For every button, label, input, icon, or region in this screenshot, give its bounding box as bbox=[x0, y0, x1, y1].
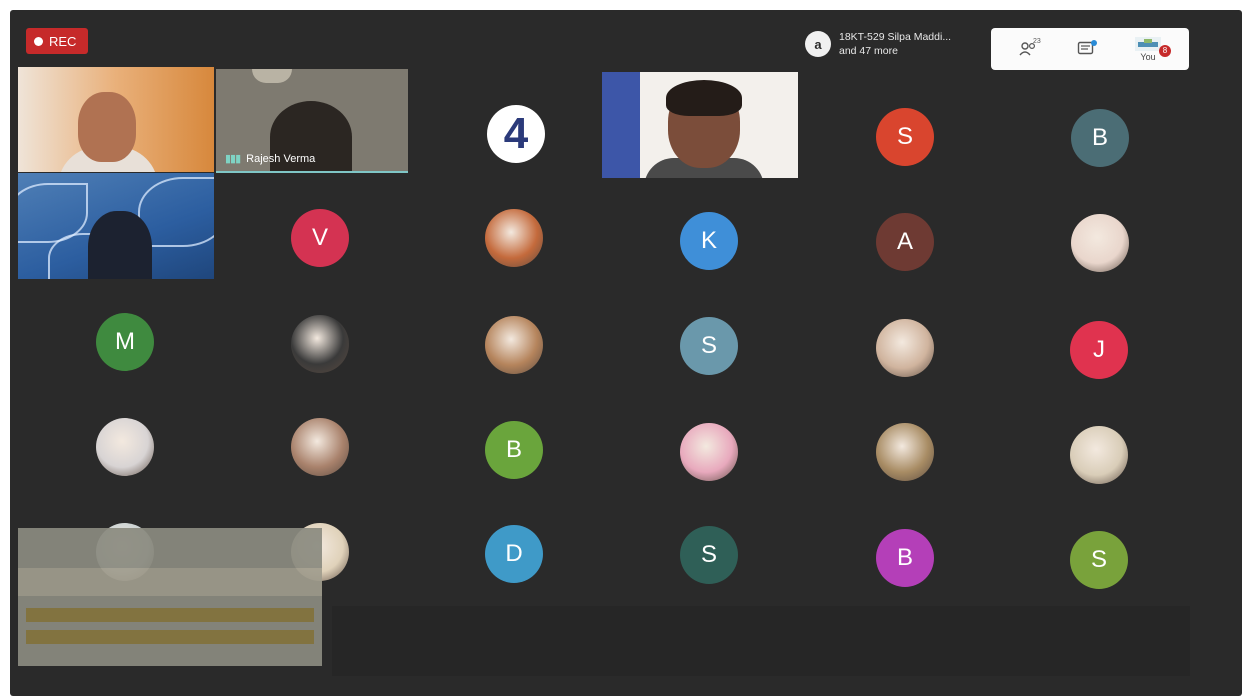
self-view-button[interactable]: You 8 bbox=[1135, 36, 1171, 62]
participant-avatar-photo[interactable] bbox=[876, 319, 934, 377]
caption-line bbox=[26, 608, 314, 622]
participant-avatar-initial[interactable]: S bbox=[1070, 531, 1128, 589]
you-label: You bbox=[1140, 51, 1156, 62]
participant-avatar-initial[interactable]: J bbox=[1070, 321, 1128, 379]
participant-hair bbox=[666, 80, 742, 116]
participant-avatar-initial[interactable]: A bbox=[876, 213, 934, 271]
participant-avatar-photo[interactable] bbox=[485, 209, 543, 267]
participant-avatar-initial[interactable]: B bbox=[1071, 109, 1129, 167]
chat-button[interactable] bbox=[1077, 40, 1097, 57]
people-count: 23 bbox=[1033, 38, 1041, 45]
participant-avatar-photo[interactable] bbox=[1070, 426, 1128, 484]
participant-avatar-logo[interactable]: 4 bbox=[487, 105, 545, 163]
participant-avatar-photo[interactable] bbox=[291, 315, 349, 373]
video-tile-3[interactable] bbox=[602, 72, 798, 178]
participant-avatar-initial[interactable]: B bbox=[485, 421, 543, 479]
participant-avatar-initial[interactable]: B bbox=[876, 529, 934, 587]
recording-indicator: REC bbox=[26, 28, 88, 54]
audio-level-icon: ▮▮▮ bbox=[225, 153, 241, 165]
participant-avatar-initial[interactable]: K bbox=[680, 212, 738, 270]
caption-line bbox=[26, 630, 314, 644]
people-button[interactable]: 23 bbox=[1019, 38, 1041, 56]
participant-avatar-photo[interactable] bbox=[96, 418, 154, 476]
participant-avatar-photo[interactable] bbox=[876, 423, 934, 481]
participant-face bbox=[78, 92, 136, 162]
participant-avatar-photo[interactable] bbox=[680, 423, 738, 481]
chat-unread-dot bbox=[1091, 40, 1097, 46]
participant-avatar-initial[interactable]: S bbox=[876, 108, 934, 166]
presenter-avatar: a bbox=[805, 31, 831, 57]
video-tile-2[interactable]: ▮▮▮ Rajesh Verma bbox=[216, 69, 408, 173]
participant-avatar-initial[interactable]: S bbox=[680, 526, 738, 584]
notification-badge: 8 bbox=[1159, 44, 1171, 57]
presenter-name: 18KT-529 Silpa Maddi... bbox=[839, 31, 952, 43]
bottom-strip bbox=[332, 606, 1190, 676]
presenter-more: and 47 more bbox=[839, 45, 898, 57]
video-tile-1[interactable] bbox=[18, 67, 214, 172]
participant-name-tag: ▮▮▮ Rajesh Verma bbox=[225, 152, 316, 166]
caption-panel bbox=[18, 528, 322, 666]
participant-avatar-photo[interactable] bbox=[291, 418, 349, 476]
caption-text-bar bbox=[18, 568, 322, 596]
presenter-info[interactable]: a 18KT-529 Silpa Maddi... and 47 more bbox=[805, 30, 951, 58]
participant-avatar-initial[interactable]: M bbox=[96, 313, 154, 371]
participant-name: Rajesh Verma bbox=[246, 152, 316, 165]
participant-avatar-initial[interactable]: S bbox=[680, 317, 738, 375]
recording-label: REC bbox=[49, 33, 77, 49]
self-thumbnail-icon bbox=[1135, 36, 1161, 51]
participant-avatar-initial[interactable]: D bbox=[485, 525, 543, 583]
participant-avatar-photo[interactable] bbox=[1071, 214, 1129, 272]
participant-avatar-photo[interactable] bbox=[485, 316, 543, 374]
participant-avatar-initial[interactable]: V bbox=[291, 209, 349, 267]
record-dot-icon bbox=[34, 36, 43, 46]
video-tile-4[interactable] bbox=[18, 173, 214, 279]
background-poster bbox=[602, 72, 640, 178]
meeting-toolbar: 23 You 8 bbox=[991, 28, 1189, 70]
participant-silhouette bbox=[88, 211, 152, 279]
ceiling-lamp bbox=[252, 69, 292, 83]
